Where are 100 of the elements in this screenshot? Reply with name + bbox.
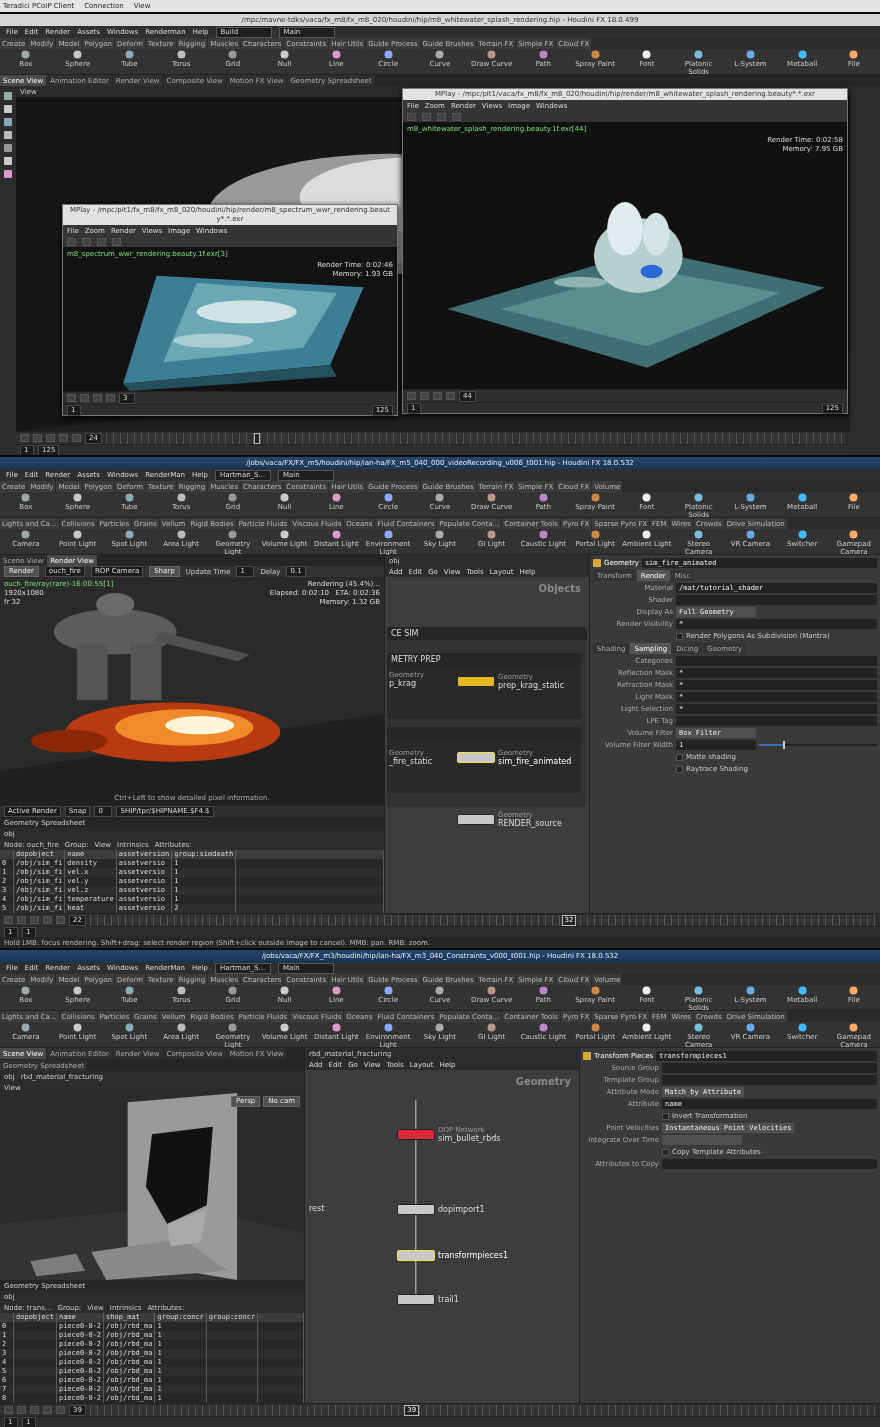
- tool-icon: [487, 530, 497, 539]
- tool-icon: [487, 50, 497, 59]
- checkbox[interactable]: [676, 753, 683, 761]
- tool-icon: [21, 530, 31, 539]
- tool-icon: [21, 986, 31, 995]
- tool-icon: [435, 530, 445, 539]
- table-cell: [206, 1385, 259, 1394]
- tool-icon: [73, 1023, 83, 1032]
- tool-icon: [694, 530, 704, 539]
- tool-icon: [642, 530, 652, 539]
- tool-icon: [435, 986, 445, 995]
- tool-icon: [745, 530, 755, 539]
- tool-icon: [745, 50, 755, 59]
- checkbox[interactable]: [662, 1112, 669, 1120]
- tool-icon: [538, 1023, 548, 1032]
- node-name[interactable]: rest: [309, 1204, 325, 1213]
- tool-icon: [280, 1023, 290, 1032]
- tool-icon: [280, 530, 290, 539]
- tool-icon: [21, 50, 31, 59]
- tool-icon: [228, 50, 238, 59]
- tool-icon: [228, 493, 238, 502]
- tool-icon: [797, 530, 807, 539]
- playhead[interactable]: [253, 432, 260, 444]
- node-tile[interactable]: [397, 1204, 435, 1215]
- tool-icon: [383, 986, 393, 995]
- context-label: Objects: [538, 583, 581, 594]
- slider-thumb[interactable]: [782, 741, 785, 749]
- tool-icon: [331, 493, 341, 502]
- node-name[interactable]: transformpieces1: [438, 1251, 509, 1260]
- tool-icon: [176, 1023, 186, 1032]
- node-name[interactable]: trail1: [438, 1295, 459, 1304]
- tool-icon: [694, 493, 704, 502]
- tool-icon: [849, 986, 859, 995]
- tool-icon: [849, 493, 859, 502]
- node-tile[interactable]: [457, 814, 495, 825]
- column-header: [0, 850, 14, 859]
- tool-icon: [383, 493, 393, 502]
- node-name[interactable]: p_krag: [389, 679, 424, 688]
- tool-icon: [435, 1023, 445, 1032]
- tool-icon: [21, 493, 31, 502]
- node-tile[interactable]: [457, 676, 495, 687]
- tool-icon: [124, 493, 134, 502]
- column-header: [0, 1313, 14, 1322]
- checkbox[interactable]: [662, 1148, 669, 1156]
- tool-icon: [797, 50, 807, 59]
- tool-icon: [590, 493, 600, 502]
- tool-icon: [487, 493, 497, 502]
- tool-icon: [383, 530, 393, 539]
- tool-icon: [124, 1023, 134, 1032]
- table-cell: [14, 1349, 57, 1358]
- table-cell: [206, 1331, 259, 1340]
- node-name[interactable]: RENDER_source: [498, 819, 562, 828]
- tool-icon: [331, 50, 341, 59]
- tool-icon: [849, 530, 859, 539]
- node-name[interactable]: prep_krag_static: [498, 681, 565, 690]
- tool-icon: [124, 530, 134, 539]
- tool-icon: [694, 1023, 704, 1032]
- node-tile[interactable]: [397, 1129, 435, 1140]
- tool-icon: [331, 1023, 341, 1032]
- tool-icon: [694, 986, 704, 995]
- tool-icon: [590, 1023, 600, 1032]
- tool-icon: [124, 986, 134, 995]
- table-cell: [206, 1367, 259, 1376]
- tool-icon: [176, 530, 186, 539]
- tool-icon: [797, 986, 807, 995]
- checkbox[interactable]: [676, 632, 683, 640]
- checkbox[interactable]: [676, 765, 683, 773]
- table-cell: [206, 1349, 259, 1358]
- tool-icon: [280, 50, 290, 59]
- tool-icon: [849, 1023, 859, 1032]
- tool-icon: [228, 1023, 238, 1032]
- node-name[interactable]: sim_bullet_rbds: [438, 1134, 501, 1143]
- tool-icon: [280, 986, 290, 995]
- tool-icon: [642, 493, 652, 502]
- tool-icon: [797, 1023, 807, 1032]
- node-type-icon: [593, 559, 601, 567]
- tool-icon: [538, 986, 548, 995]
- tool-icon: [176, 50, 186, 59]
- tool-icon: [590, 530, 600, 539]
- tool-icon: [797, 493, 807, 502]
- context-label: Geometry: [515, 1076, 571, 1087]
- tool-icon: [73, 986, 83, 995]
- tool-icon: [383, 50, 393, 59]
- tool-icon: [331, 530, 341, 539]
- tool-icon: [745, 1023, 755, 1032]
- tool-icon: [745, 493, 755, 502]
- tool-icon: [383, 1023, 393, 1032]
- node-tile[interactable]: [397, 1294, 435, 1305]
- tool-icon: [280, 493, 290, 502]
- node-name[interactable]: dopimport1: [438, 1205, 485, 1214]
- tool-icon: [228, 986, 238, 995]
- tool-icon: [176, 986, 186, 995]
- node-name[interactable]: _fire_static: [389, 757, 433, 766]
- table-cell: [14, 1331, 57, 1340]
- tool-icon: [694, 50, 704, 59]
- node-name[interactable]: sim_fire_animated: [498, 757, 572, 766]
- tool-icon: [21, 1023, 31, 1032]
- tool-icon: [73, 50, 83, 59]
- node-type-icon: [583, 1052, 591, 1060]
- tool-icon: [331, 986, 341, 995]
